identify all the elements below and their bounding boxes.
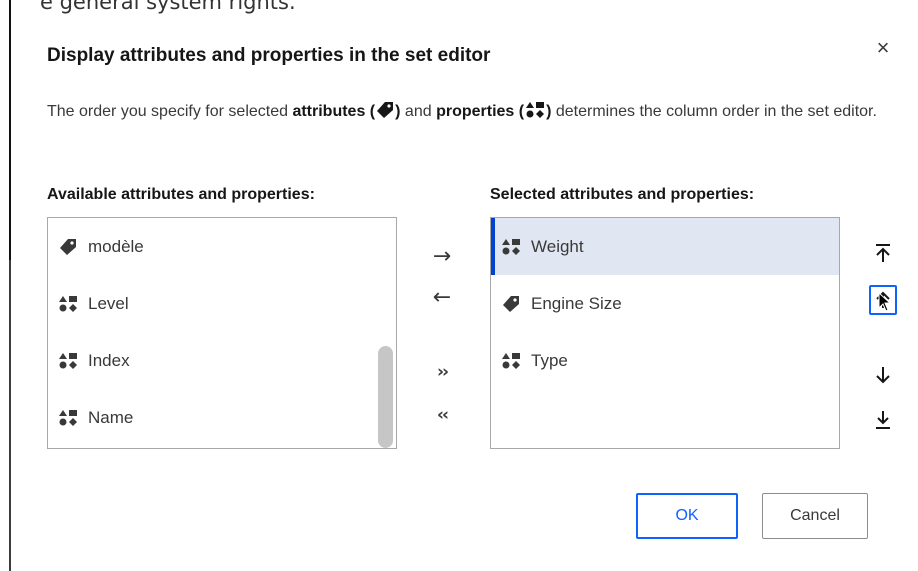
description-text: determines the column order in the set e… [551, 103, 877, 120]
move-to-top-button[interactable] [869, 238, 897, 268]
close-button[interactable]: × [871, 36, 895, 60]
dialog-title: Display attributes and properties in the… [47, 45, 491, 66]
list-item-label: Index [88, 350, 130, 370]
property-icon [58, 352, 80, 370]
list-item-label: Weight [531, 236, 584, 256]
list-item[interactable]: Engine Size [491, 275, 839, 332]
selected-label: Selected attributes and properties: [490, 186, 755, 203]
list-item[interactable]: Level [48, 275, 396, 332]
remove-selected-button[interactable]: ← [428, 284, 456, 312]
paren-open: ( [514, 103, 525, 120]
list-item[interactable]: Name [48, 389, 396, 446]
list-item-label: Name [88, 407, 134, 427]
add-selected-button[interactable]: → [428, 243, 456, 271]
dialog-description: The order you specify for selected attri… [47, 98, 907, 128]
tag-icon [58, 238, 80, 256]
ok-button[interactable]: OK [636, 493, 738, 539]
window-left-edge-dark [9, 0, 11, 260]
list-item[interactable]: modèle [48, 218, 396, 275]
list-item[interactable]: Weight [491, 218, 839, 275]
available-list[interactable]: modèle Level Index Name [47, 217, 397, 449]
properties-word: properties [436, 103, 515, 120]
attributes-word: attributes [292, 103, 366, 120]
property-icon [58, 409, 80, 427]
paren-open: ( [365, 103, 376, 120]
list-item-label: Level [88, 293, 129, 313]
list-item-label: Engine Size [531, 293, 622, 313]
move-to-bottom-button[interactable] [869, 405, 897, 435]
cancel-button[interactable]: Cancel [762, 493, 868, 539]
arrow-to-bottom-icon [876, 411, 890, 429]
property-icon [525, 101, 545, 128]
property-icon [501, 352, 523, 370]
arrow-down-icon [876, 367, 890, 384]
arrow-to-top-icon [876, 244, 890, 262]
property-icon [501, 238, 523, 256]
move-down-button[interactable] [869, 360, 897, 390]
mouse-cursor-icon [878, 291, 892, 317]
tag-icon [501, 295, 523, 313]
clipped-background-text: e general system rights. [40, 0, 296, 14]
description-text: The order you specify for selected [47, 103, 293, 120]
tag-icon [376, 101, 394, 128]
add-all-button[interactable]: ›› [428, 358, 456, 386]
description-text: and [400, 103, 437, 120]
available-label: Available attributes and properties: [47, 186, 315, 203]
property-icon [58, 295, 80, 313]
scrollbar-thumb[interactable] [378, 346, 393, 448]
list-item[interactable]: Type [491, 332, 839, 389]
remove-all-button[interactable]: ‹‹ [428, 401, 456, 429]
list-item-label: modèle [88, 236, 144, 256]
selected-list[interactable]: Weight Engine Size Type [490, 217, 840, 449]
list-item-label: Type [531, 350, 568, 370]
list-item[interactable]: Index [48, 332, 396, 389]
